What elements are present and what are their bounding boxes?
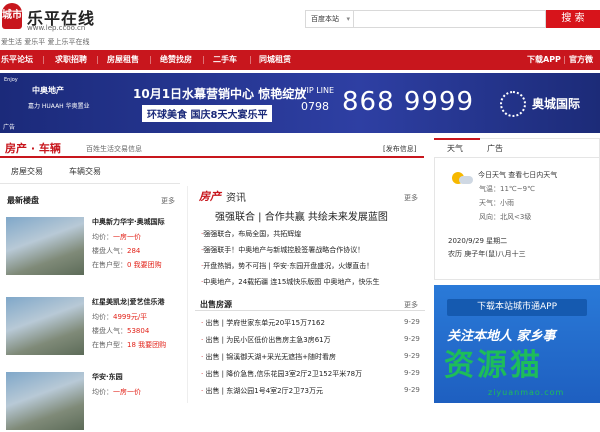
banner-area-code: 0798 [301,100,329,113]
banner-developer: 奥城国际 [532,97,581,111]
listing-card[interactable]: 华安·东园 均价：一房一价 [6,372,180,432]
news-logo-text: 资讯 [226,193,246,204]
weather-condition: 天气：小雨 [479,199,514,207]
sale-item[interactable]: · 出售 | 学府世家东单元20平15万7162 [201,318,325,328]
sale-date: 9-29 [404,369,420,377]
banner-brand-en: Enjoy [4,77,18,83]
logo-icon[interactable]: 城市 [2,3,22,29]
site-url: www.lep.ccoo.cn [27,24,86,32]
listing-name[interactable]: 中奥新力华宇·奥城国际 [92,217,165,227]
nav-item-used-car[interactable]: 二手车 [213,50,237,70]
banner-partner-logos: 嘉力 HUAAH 华奥置业 [28,103,90,110]
weather-date: 2020/9/29 星期二 [448,237,508,245]
listing-price: 均价：4999元/平 [92,313,148,321]
weather-temp: 气温：11℃~9℃ [479,185,535,193]
cloud-icon [459,176,473,184]
ad-banner[interactable]: Enjoy 中奥地产 嘉力 HUAAH 华奥置业 10月1日水幕营销中心 惊艳绽… [0,73,600,133]
news-item[interactable]: ·强强联手！中奥地产与新城控股签署战略合作协议！ [201,245,364,255]
site-slogan: 爱生活 爱乐平 爱上乐平在线 [1,38,90,46]
listing-image[interactable] [6,217,84,275]
latest-listings-title: 最新楼盘 [7,196,39,205]
news-item[interactable]: ·强强联合，布局全国，共拓辉煌 [201,229,301,239]
tab-divider [0,183,180,184]
search-button[interactable]: 搜 索 [546,10,600,28]
tab-car-trade[interactable]: 车辆交易 [69,166,101,177]
news-more-link[interactable]: 更多 [404,193,418,203]
tab-ads[interactable]: 广告 [487,143,503,154]
nav-item-wechat[interactable]: 官方微信 [569,50,600,84]
listing-image[interactable] [6,297,84,355]
listing-card[interactable]: 红星美凯龙|爱艺佳乐港 均价：4999元/平 楼盘人气：53804 在售户型：1… [6,297,180,357]
nav-divider [250,56,251,64]
section-subtitle: 百姓生活交易信息 [86,145,142,153]
banner-brand: 中奥地产 [32,86,64,95]
nav-divider [150,56,151,64]
watermark-url: ziyuanmao.com [488,388,565,397]
nav-divider [43,56,44,64]
sale-date: 9-29 [404,352,420,360]
listing-status[interactable]: 在售户型：0 我要团购 [92,260,162,270]
sale-item[interactable]: · 出售 | 为民小区低价出售房主急3房61万 [201,335,331,345]
tab-house-trade[interactable]: 房屋交易 [11,166,43,177]
section-title[interactable]: 房产 · 车辆 [5,140,61,156]
banner-vip-label: VIP LINE [301,86,335,95]
news-headline[interactable]: 强强联合 | 合作共赢 共绘未来发展蓝图 [215,208,388,223]
nav-item-jobs[interactable]: 求职招聘 [55,50,87,70]
section-header: 房产 · 车辆 百姓生活交易信息 [发布信息] [0,138,424,158]
sale-item[interactable]: · 出售 | 东湖公园1号4室2厅2卫73万元 [201,386,323,396]
listing-name[interactable]: 红星美凯龙|爱艺佳乐港 [92,297,165,307]
latest-more-link[interactable]: 更多 [161,196,175,206]
weather-lunar-date: 农历 庚子年(鼠)八月十三 [448,250,526,258]
weather-title[interactable]: 今日天气 查看七日内天气 [478,170,557,180]
nav-item-find-house[interactable]: 绝赞找房 [160,50,192,70]
sale-date: 9-29 [404,318,420,326]
developer-logo-icon [500,91,526,117]
news-item[interactable]: ·开盘热销，势不可挡 | 华安·东园开盘盛况，火爆直击！ [201,261,373,271]
banner-phone: 868 9999 [342,87,475,117]
watermark-text: 资源猫 [444,348,543,383]
weather-wind: 风向：北风<3级 [479,213,532,221]
listing-status[interactable]: 在售户型：18 我要团购 [92,340,166,350]
nav-divider [97,56,98,64]
listing-price: 均价：一房一价 [92,388,141,396]
weather-tab-divider [434,157,600,158]
listing-popularity: 楼盘人气：53804 [92,327,150,335]
site-header: 城市 乐平在线 www.lep.ccoo.cn 爱生活 爱乐平 爱上乐平在线 百… [0,0,600,50]
nav-divider [564,56,565,64]
listing-card[interactable]: 中奥新力华宇·奥城国际 均价：一房一价 楼盘人气：284 在售户型：0 我要团购 [6,217,180,277]
nav-item-rental[interactable]: 同城租赁 [259,50,291,70]
sale-item[interactable]: · 出售 | 降价急售,信乐花园3室2厅2卫152平米78万 [201,369,362,379]
column-divider [187,186,188,403]
banner-headline: 10月1日水幕营销中心 惊艳绽放 [133,87,307,101]
news-item[interactable]: ·中奥地产，24载拓疆 连15城快乐版图 中奥地产，快乐生 [201,277,380,287]
listing-name[interactable]: 华安·东园 [92,372,123,382]
listing-popularity: 楼盘人气：284 [92,247,141,255]
sale-item[interactable]: · 出售 | 锦溪御天湖+采光无遮挡+随时看房 [201,352,336,362]
main-nav: 乐平论坛 求职招聘 房屋租售 绝赞找房 二手车 同城租赁 下载APP 官方微信 [0,50,600,84]
post-info-link[interactable]: [发布信息] [383,144,416,154]
download-app-button[interactable]: 下载本站城市通APP [447,299,587,316]
listing-image[interactable] [6,372,84,430]
nav-item-housing[interactable]: 房屋租售 [107,50,139,70]
nav-divider [203,56,204,64]
news-logo: 房产 [199,190,221,203]
nav-item-forum[interactable]: 乐平论坛 [1,50,33,70]
search-input[interactable] [353,10,546,28]
sale-section-title: 出售房源 [200,300,232,309]
ad-label: 广告 [3,124,16,131]
sale-date: 9-29 [404,335,420,343]
nav-item-download-app[interactable]: 下载APP [527,50,561,70]
search-scope-select[interactable]: 百度本站 [305,10,353,28]
tab-weather[interactable]: 天气 [447,143,463,154]
listing-price: 均价：一房一价 [92,233,141,241]
sale-date: 9-29 [404,386,420,394]
sale-more-link[interactable]: 更多 [404,300,418,310]
banner-subheadline: 环球美食 国庆8天大宴乐平 [142,105,273,122]
